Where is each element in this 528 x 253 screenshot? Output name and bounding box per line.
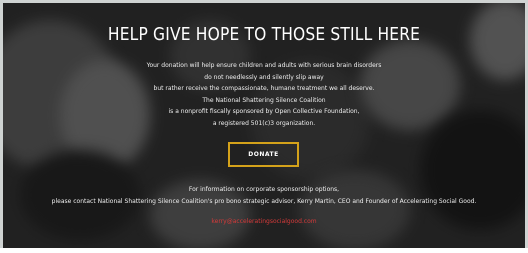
hero-description: Your donation will help ensure children …: [0, 60, 528, 130]
description-line: The National Shattering Silence Coalitio…: [202, 96, 326, 104]
description-line: but rather receive the compassionate, hu…: [153, 85, 375, 93]
hero-content: HELP GIVE HOPE TO THOSE STILL HERE Your …: [0, 0, 528, 253]
description-line: do not needlessly and silently slip away: [204, 73, 324, 81]
hero-section: HELP GIVE HOPE TO THOSE STILL HERE Your …: [0, 0, 528, 253]
description-line: a registered 501(c)3 organization.: [212, 119, 316, 127]
sponsorship-info: For information on corporate sponsorship…: [0, 184, 528, 228]
donate-button[interactable]: DONATE: [228, 142, 299, 167]
contact-email-link[interactable]: kerry@acceleratingsocialgood.com: [211, 216, 316, 228]
description-line: is a nonprofit fiscally sponsored by Ope…: [168, 108, 360, 116]
sponsorship-line: please contact National Shattering Silen…: [51, 198, 477, 205]
sponsorship-line: For information on corporate sponsorship…: [188, 186, 340, 193]
description-line: Your donation will help ensure children …: [146, 62, 382, 69]
hero-title: HELP GIVE HOPE TO THOSE STILL HERE: [107, 24, 421, 45]
